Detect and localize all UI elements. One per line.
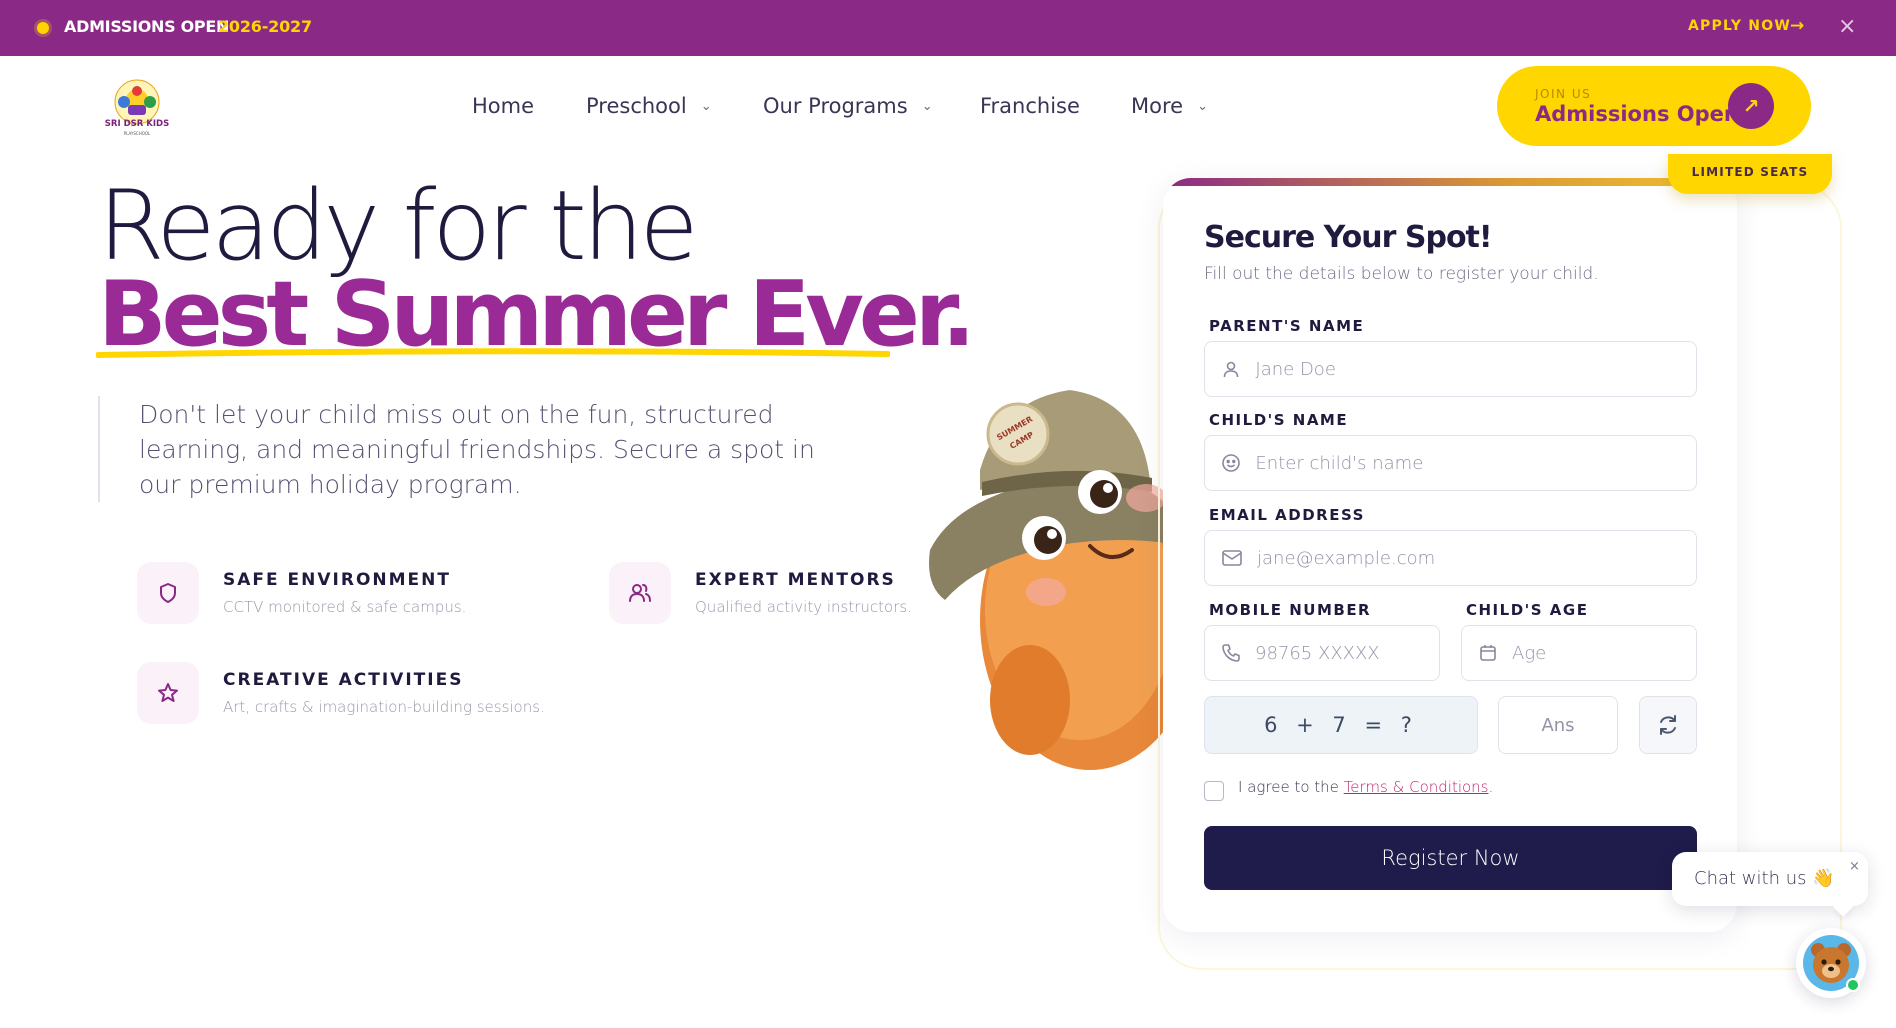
hero-lead: Don't let your child miss out on the fun…: [139, 400, 815, 499]
email-input[interactable]: [1257, 547, 1696, 569]
shield-icon: [137, 562, 199, 624]
feature-title: SAFE ENVIRONMENT: [223, 570, 451, 590]
nav-label: More: [1131, 94, 1184, 118]
email-label: EMAIL ADDRESS: [1209, 506, 1365, 524]
arrow-up-right-icon: ↗: [1728, 83, 1774, 129]
parent-name-label: PARENT'S NAME: [1209, 317, 1365, 335]
captcha-answer-field[interactable]: [1498, 696, 1618, 754]
terms-checkbox[interactable]: [1204, 781, 1224, 801]
chevron-down-icon: ⌄: [1197, 98, 1208, 114]
logo-text: SRI DSR KIDS: [105, 119, 169, 129]
nav-item-more[interactable]: More ⌄: [1131, 94, 1208, 118]
phone-icon: [1221, 642, 1241, 664]
feature-title: EXPERT MENTORS: [695, 570, 896, 590]
limited-seats-badge: LIMITED SEATS: [1668, 154, 1832, 194]
card-gradient-bar: [1163, 178, 1737, 186]
feature-title: CREATIVE ACTIVITIES: [223, 670, 464, 690]
cta-small-label: JOIN US: [1535, 87, 1592, 101]
parent-name-input[interactable]: [1255, 358, 1696, 380]
child-age-label: CHILD'S AGE: [1466, 601, 1589, 619]
captcha-answer-input[interactable]: [1499, 697, 1617, 753]
chat-label: Chat with us 👋: [1694, 868, 1835, 889]
pulse-dot-icon: [37, 22, 49, 34]
lead-divider: [98, 396, 100, 502]
mobile-field[interactable]: [1204, 625, 1440, 681]
chat-avatar-button[interactable]: [1796, 928, 1866, 998]
badge-label: LIMITED SEATS: [1691, 165, 1809, 179]
online-status-dot: [1846, 978, 1860, 992]
announcement-bar: ADMISSIONS OPEN 2026-2027 APPLY NOW → ×: [0, 0, 1896, 56]
nav-label: Preschool: [586, 94, 687, 118]
form-title: Secure Your Spot!: [1204, 220, 1493, 255]
terms-link[interactable]: Terms & Conditions: [1344, 778, 1489, 796]
nav-item-franchise[interactable]: Franchise: [980, 94, 1080, 118]
child-name-label: CHILD'S NAME: [1209, 411, 1349, 429]
mail-icon: [1221, 547, 1243, 569]
nav-label: Our Programs: [763, 94, 908, 118]
announcement-label: ADMISSIONS OPEN: [64, 17, 230, 36]
nav-item-preschool[interactable]: Preschool ⌄: [586, 94, 712, 118]
mascot-illustration: SUMMER CAMP: [929, 390, 1180, 770]
arrow-right-icon[interactable]: →: [1790, 16, 1804, 36]
announcement-year: 2026-2027: [218, 17, 312, 36]
nav-item-home[interactable]: Home: [472, 94, 534, 118]
smile-icon: [1221, 452, 1241, 474]
nav-label: Home: [472, 94, 535, 118]
feature-desc: Art, crafts & imagination-building sessi…: [223, 698, 545, 716]
svg-text:PLAYSCHOOL: PLAYSCHOOL: [124, 131, 151, 136]
agree-prefix: I agree to the: [1238, 778, 1339, 796]
users-icon: [609, 562, 671, 624]
star-icon: [137, 662, 199, 724]
register-now-button[interactable]: Register Now: [1204, 826, 1697, 890]
refresh-icon[interactable]: [1639, 696, 1697, 754]
nav-label: Franchise: [980, 94, 1080, 118]
chevron-down-icon: ⌄: [700, 98, 712, 114]
site-logo[interactable]: SRI DSR KIDS PLAYSCHOOL: [98, 78, 176, 138]
email-field[interactable]: [1204, 530, 1697, 586]
chat-bubble[interactable]: Chat with us 👋 ×: [1672, 852, 1868, 917]
child-age-field[interactable]: [1461, 625, 1697, 681]
hero-underline: [96, 348, 890, 358]
close-icon[interactable]: ×: [1838, 14, 1856, 39]
child-age-input[interactable]: [1512, 642, 1696, 664]
agree-suffix: .: [1488, 778, 1494, 796]
close-icon[interactable]: ×: [1849, 859, 1860, 874]
captcha-question: 6 + 7 = ?: [1204, 696, 1478, 754]
cta-label: Admissions Open: [1535, 102, 1739, 126]
nav-item-our-programs[interactable]: Our Programs ⌄: [763, 94, 933, 118]
child-name-field[interactable]: [1204, 435, 1697, 491]
form-subtitle: Fill out the details below to register y…: [1204, 264, 1599, 284]
terms-text: I agree to the Terms & Conditions.: [1238, 778, 1493, 796]
mobile-label: MOBILE NUMBER: [1209, 601, 1372, 619]
admissions-open-button[interactable]: JOIN US Admissions Open ↗: [1497, 66, 1811, 146]
child-name-input[interactable]: [1255, 452, 1696, 474]
chevron-down-icon: ⌄: [921, 98, 933, 114]
user-icon: [1221, 358, 1241, 380]
apply-now-link[interactable]: APPLY NOW: [1688, 18, 1791, 34]
parent-name-field[interactable]: [1204, 341, 1697, 397]
calendar-icon: [1478, 642, 1498, 664]
mobile-input[interactable]: [1255, 642, 1439, 664]
feature-desc: Qualified activity instructors.: [695, 598, 912, 616]
feature-desc: CCTV monitored & safe campus.: [223, 598, 467, 616]
